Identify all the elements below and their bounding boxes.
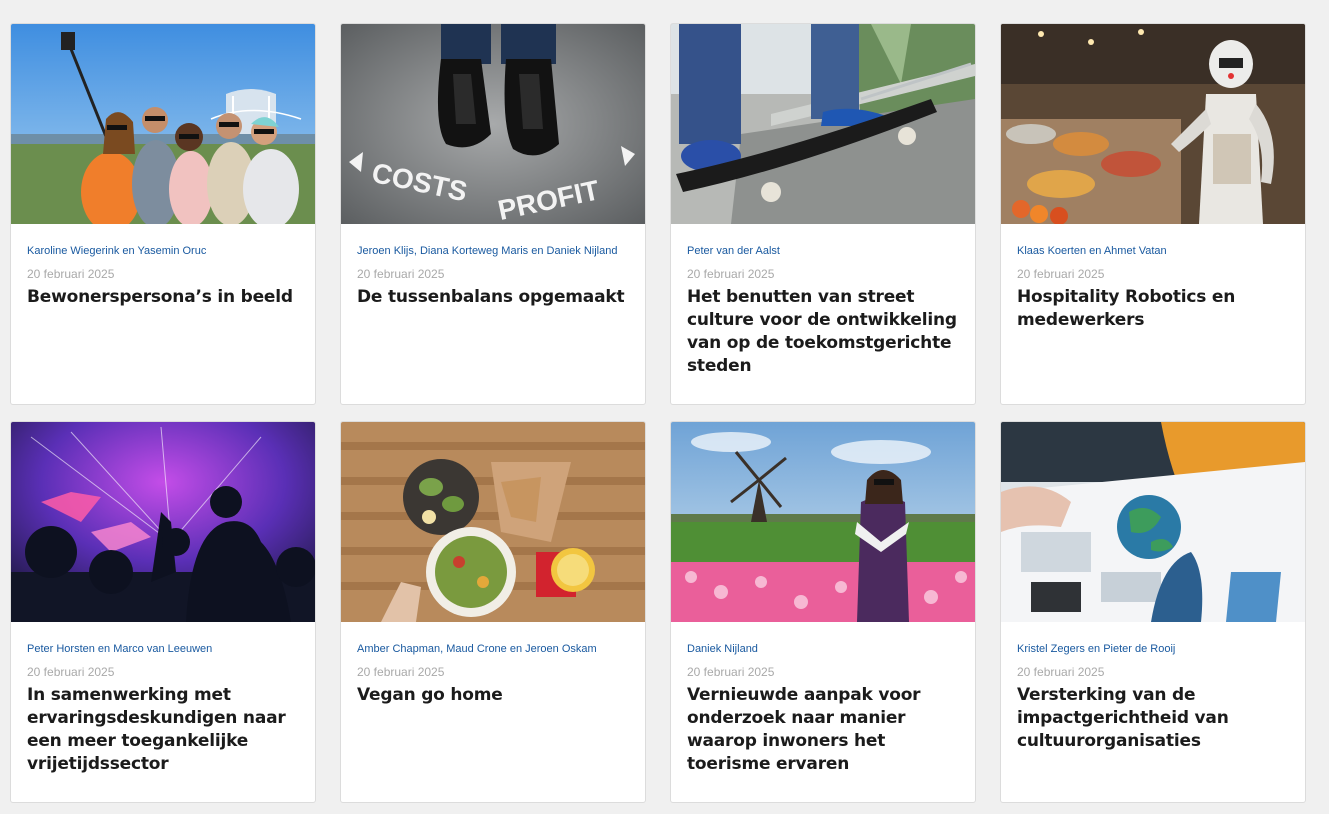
card-body: Klaas Koerten en Ahmet Vatan 20 februari… [1001,224,1305,332]
card-title[interactable]: Het benutten van street culture voor de … [687,286,959,378]
article-card[interactable]: COSTS PROFIT Jeroen Klijs, Diana Kortewe… [340,23,646,405]
article-card[interactable]: Peter Horsten en Marco van Leeuwen 20 fe… [10,421,316,803]
article-card[interactable]: Amber Chapman, Maud Crone en Jeroen Oska… [340,421,646,803]
card-authors[interactable]: Peter van der Aalst [687,243,959,259]
windmill-tulips-image[interactable] [671,422,975,622]
card-body: Daniek Nijland 20 februari 2025 Vernieuw… [671,622,975,776]
article-card[interactable]: Klaas Koerten en Ahmet Vatan 20 februari… [1000,23,1306,405]
card-title[interactable]: Versterking van de impactgerichtheid van… [1017,684,1289,753]
article-grid: Karoline Wiegerink en Yasemin Oruc 20 fe… [10,23,1306,803]
card-authors[interactable]: Jeroen Klijs, Diana Korteweg Maris en Da… [357,243,629,259]
card-date: 20 februari 2025 [357,267,445,281]
globe-meeting-image[interactable] [1001,422,1305,622]
card-body: Amber Chapman, Maud Crone en Jeroen Oska… [341,622,645,707]
card-date: 20 februari 2025 [1017,665,1105,679]
article-card[interactable]: Peter van der Aalst 20 februari 2025 Het… [670,23,976,405]
card-date: 20 februari 2025 [27,665,115,679]
card-title[interactable]: Vegan go home [357,684,629,707]
card-title[interactable]: De tussenbalans opgemaakt [357,286,629,309]
card-date: 20 februari 2025 [687,665,775,679]
costs-profit-image[interactable]: COSTS PROFIT [341,24,645,224]
card-title[interactable]: Hospitality Robotics en medewerkers [1017,286,1289,332]
card-authors[interactable]: Karoline Wiegerink en Yasemin Oruc [27,243,299,259]
card-title[interactable]: In samenwerking met ervaringsdeskundigen… [27,684,299,776]
vegan-food-image[interactable] [341,422,645,622]
concert-crowd-image[interactable] [11,422,315,622]
card-date: 20 februari 2025 [1017,267,1105,281]
card-authors[interactable]: Peter Horsten en Marco van Leeuwen [27,641,299,657]
card-body: Jeroen Klijs, Diana Korteweg Maris en Da… [341,224,645,309]
robot-buffet-image[interactable] [1001,24,1305,224]
card-date: 20 februari 2025 [357,665,445,679]
card-authors[interactable]: Daniek Nijland [687,641,959,657]
card-body: Karoline Wiegerink en Yasemin Oruc 20 fe… [11,224,315,309]
article-card[interactable]: Karoline Wiegerink en Yasemin Oruc 20 fe… [10,23,316,405]
card-title[interactable]: Bewonerspersona’s in beeld [27,286,299,309]
card-date: 20 februari 2025 [687,267,775,281]
card-body: Peter Horsten en Marco van Leeuwen 20 fe… [11,622,315,776]
card-body: Kristel Zegers en Pieter de Rooij 20 feb… [1001,622,1305,753]
skateboard-image[interactable] [671,24,975,224]
article-card[interactable]: Daniek Nijland 20 februari 2025 Vernieuw… [670,421,976,803]
card-date: 20 februari 2025 [27,267,115,281]
card-authors[interactable]: Klaas Koerten en Ahmet Vatan [1017,243,1289,259]
card-title[interactable]: Vernieuwde aanpak voor onderzoek naar ma… [687,684,959,776]
card-authors[interactable]: Amber Chapman, Maud Crone en Jeroen Oska… [357,641,629,657]
card-authors[interactable]: Kristel Zegers en Pieter de Rooij [1017,641,1289,657]
card-body: Peter van der Aalst 20 februari 2025 Het… [671,224,975,378]
group-selfie-image[interactable] [11,24,315,224]
article-card[interactable]: Kristel Zegers en Pieter de Rooij 20 feb… [1000,421,1306,803]
